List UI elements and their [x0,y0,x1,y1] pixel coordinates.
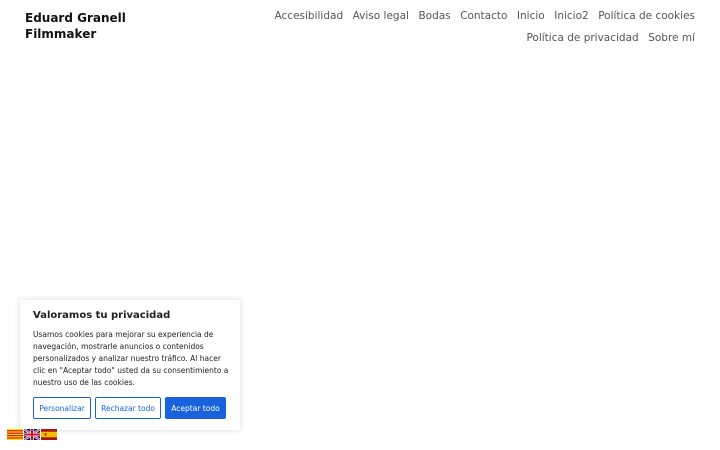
page: Eduard Granell Filmmaker Accesibilidad A… [0,0,720,450]
reject-all-button[interactable]: Rechazar todo [95,397,161,419]
cookie-banner-text: Usamos cookies para mejorar su experienc… [33,330,229,387]
main-navigation: Accesibilidad Aviso legal Bodas Contacto… [175,8,695,46]
accept-all-button[interactable]: Aceptar todo [165,397,226,419]
cookie-banner-buttons: Personalizar Rechazar todo Aceptar todo [33,397,226,419]
uk-flag-icon[interactable] [24,429,40,440]
nav-item-sobre-mi[interactable]: Sobre mí [648,30,695,46]
site-title[interactable]: Eduard Granell Filmmaker [25,10,145,42]
nav-item-accesibilidad[interactable]: Accesibilidad [275,8,344,24]
nav-item-politica-privacidad[interactable]: Política de privacidad [526,30,638,46]
cookie-banner-title: Valoramos tu privacidad [33,310,171,321]
nav-item-aviso-legal[interactable]: Aviso legal [353,8,409,24]
catalan-flag-icon[interactable] [7,429,23,440]
spanish-flag-icon[interactable] [41,429,57,440]
nav-item-politica-cookies[interactable]: Política de cookies [598,8,695,24]
nav-item-inicio[interactable]: Inicio [517,8,545,24]
cookie-consent-banner: Valoramos tu privacidad Usamos cookies p… [20,300,240,430]
nav-item-contacto[interactable]: Contacto [460,8,507,24]
customize-button[interactable]: Personalizar [33,397,91,419]
nav-item-bodas[interactable]: Bodas [418,8,450,24]
language-switcher [7,429,57,440]
nav-item-inicio2[interactable]: Inicio2 [554,8,588,24]
